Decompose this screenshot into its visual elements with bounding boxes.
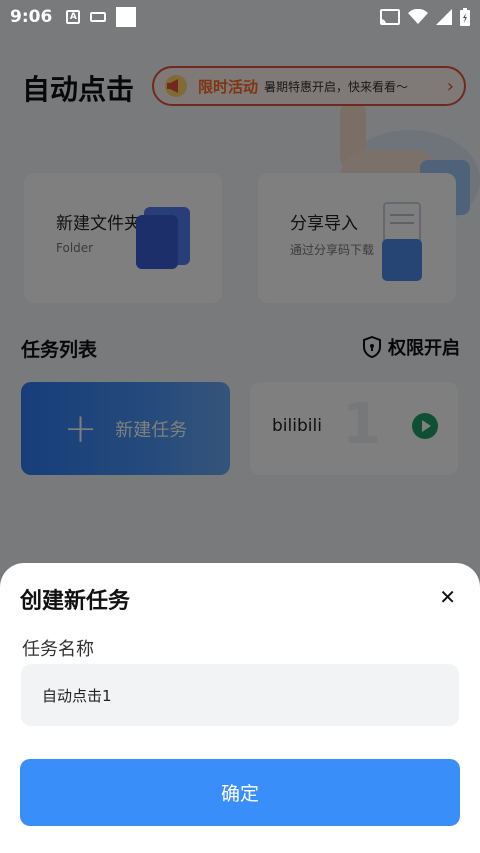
- status-bar: 9:06 A: [0, 0, 480, 34]
- signal-icon: [436, 9, 452, 25]
- status-time: 9:06: [10, 7, 53, 27]
- create-task-dialog: 创建新任务 ✕ 任务名称 确定: [0, 563, 480, 853]
- app-screen: 9:06 A 自动点击 限时活动 暑期特惠开启，快来看看～ › 新建文件夹 Fo…: [0, 0, 480, 853]
- notification-square-icon: [116, 7, 137, 27]
- battery-icon: [460, 8, 470, 26]
- confirm-button[interactable]: 确定: [20, 759, 460, 826]
- app-notification-icon: A: [66, 10, 81, 24]
- task-name-label: 任务名称: [22, 639, 94, 660]
- gesture-area: [0, 847, 480, 853]
- close-icon[interactable]: ✕: [439, 587, 456, 607]
- cast-icon: [380, 9, 400, 25]
- keyboard-icon: [90, 12, 107, 22]
- status-icons: [380, 8, 470, 26]
- dialog-title: 创建新任务: [20, 589, 131, 614]
- task-name-input[interactable]: [21, 664, 459, 726]
- wifi-icon: [408, 9, 428, 24]
